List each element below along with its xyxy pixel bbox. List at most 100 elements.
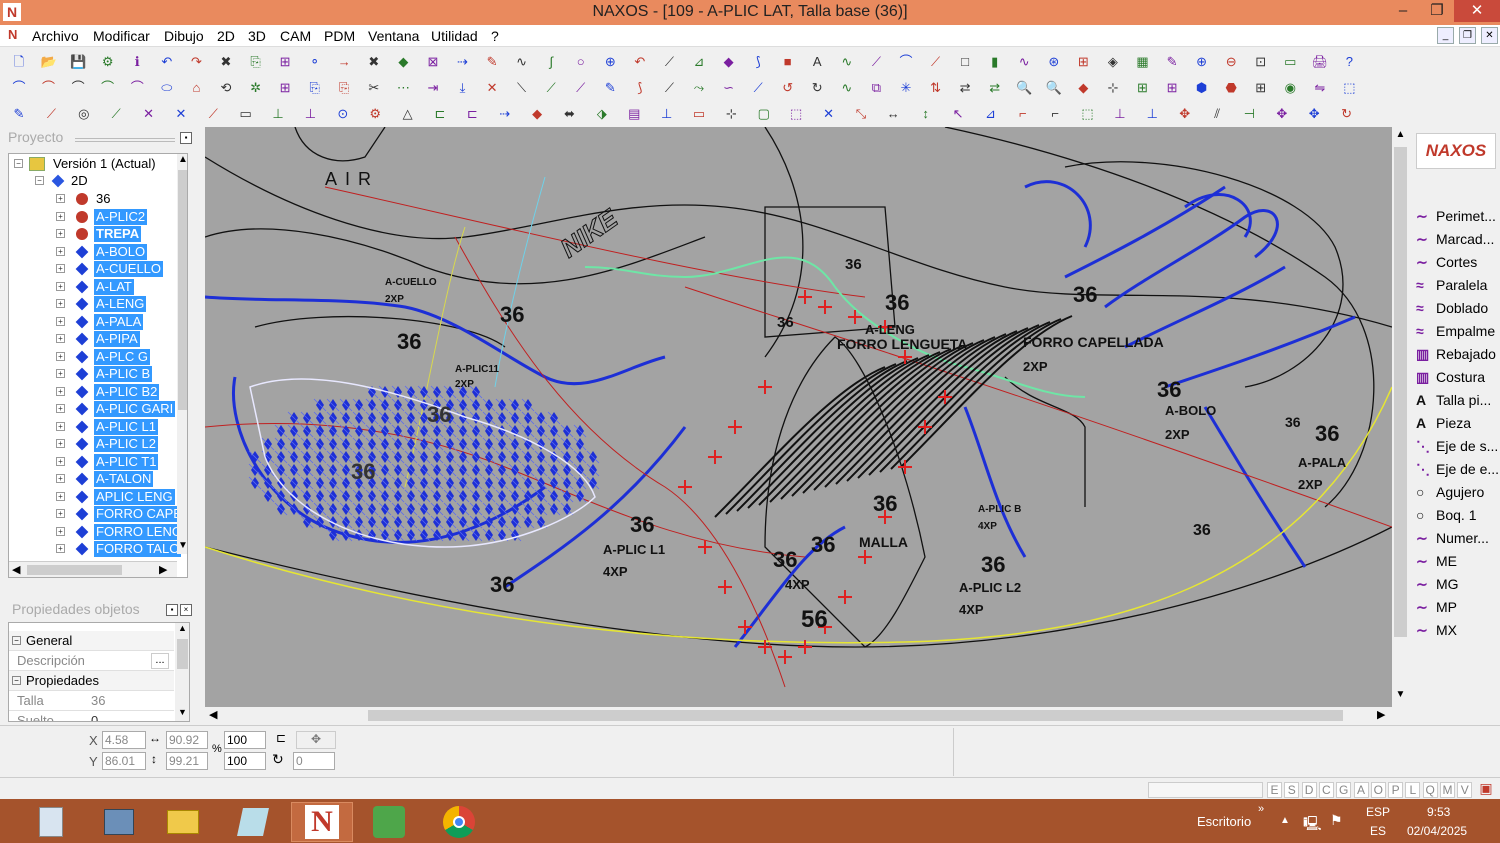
toolbar-tool-icon[interactable]: ✲ xyxy=(247,78,265,96)
tree-layer-item[interactable]: + A-CUELLO xyxy=(9,261,187,278)
toolbar-tool-icon[interactable]: ⊠ xyxy=(424,52,442,70)
toolbar-tool-icon[interactable]: ↻ xyxy=(1338,104,1356,122)
toolbar-tool-icon[interactable]: ✥ xyxy=(1176,104,1194,122)
scroll-down-icon[interactable]: ▼ xyxy=(1392,689,1409,700)
expand-icon[interactable]: + xyxy=(56,369,65,378)
toolbar-tool-icon[interactable]: ⬣ xyxy=(1222,78,1240,96)
drawing-canvas[interactable]: AIR NIKE A-CUELLO 2XP 36 36 A-PLIC11 2XP… xyxy=(205,127,1392,707)
height-field[interactable]: 99.21 xyxy=(166,752,208,770)
tool-12[interactable]: ○ Agujero xyxy=(1416,484,1500,506)
menu-ventana[interactable]: Ventana xyxy=(368,28,419,44)
expand-icon[interactable]: + xyxy=(56,211,65,221)
menu-pdm[interactable]: PDM xyxy=(324,28,355,44)
menu-3d[interactable]: 3D xyxy=(248,28,266,44)
panel-grip[interactable] xyxy=(75,138,175,142)
toolbar-tool-icon[interactable]: ⟋ xyxy=(927,52,945,70)
toolbar-tool-icon[interactable]: ⟆ xyxy=(749,52,767,70)
status-indicator[interactable]: L xyxy=(1405,782,1421,798)
toolbar-tool-icon[interactable]: ✕ xyxy=(140,104,158,122)
toolbar-tool-icon[interactable]: ↷ xyxy=(187,52,205,70)
toolbar-tool-icon[interactable]: ⊞ xyxy=(1133,78,1151,96)
tree-horizontal-scrollbar[interactable]: ◀ ▶ xyxy=(9,561,177,577)
tree-layer-item[interactable]: + A-PLIC B xyxy=(9,366,187,383)
toolbar-tool-icon[interactable]: ⚬ xyxy=(306,52,324,70)
taskbar-calculator[interactable] xyxy=(20,802,82,842)
expand-icon[interactable]: + xyxy=(56,281,65,291)
tool-3[interactable]: ≈ Paralela xyxy=(1416,277,1500,299)
rotate-icon[interactable]: ↻ xyxy=(272,751,284,768)
toolbar-tool-icon[interactable]: ⟋ xyxy=(749,78,767,96)
toolbar-tool-icon[interactable]: ⬢ xyxy=(1193,78,1211,96)
toolbar-tool-icon[interactable]: ▮ xyxy=(986,52,1004,70)
toolbar-tool-icon[interactable]: ⟋ xyxy=(107,104,125,122)
toolbar-tool-icon[interactable]: ✕ xyxy=(483,78,501,96)
toolbar-tool-icon[interactable]: ↖ xyxy=(949,104,967,122)
expand-icon[interactable]: + xyxy=(56,404,65,413)
tool-5[interactable]: ≈ Empalme xyxy=(1416,323,1500,345)
toolbar-tool-icon[interactable]: ⟋ xyxy=(542,78,560,96)
mdi-minimize-button[interactable]: _ xyxy=(1437,27,1454,44)
taskbar-naxos[interactable]: N xyxy=(291,802,353,842)
expand-icon[interactable]: + xyxy=(56,316,65,326)
clock-date[interactable]: 02/04/2025 xyxy=(1407,824,1467,838)
tree-layer-item[interactable]: + A-PLIC GARI xyxy=(9,401,187,418)
toolbar-tool-icon[interactable]: ⬚ xyxy=(1340,78,1358,96)
toolbar-tool-icon[interactable]: ⇅ xyxy=(927,78,945,96)
move-icon[interactable]: ✥ xyxy=(296,731,336,749)
toolbar-tool-icon[interactable]: ⊖ xyxy=(1222,52,1240,70)
minimize-button[interactable]: – xyxy=(1386,0,1420,22)
scale-y-field[interactable]: 100 xyxy=(224,752,266,770)
menu-modificar[interactable]: Modificar xyxy=(93,28,150,44)
toolbar-tool-icon[interactable]: ✕ xyxy=(820,104,838,122)
toolbar-tool-icon[interactable]: ⚙ xyxy=(366,104,384,122)
section-propiedades[interactable]: − Propiedades xyxy=(9,671,174,691)
tool-1[interactable]: ∼ Marcad... xyxy=(1416,231,1500,253)
toolbar-tool-icon[interactable]: ⊞ xyxy=(1252,78,1270,96)
toolbar-tool-icon[interactable]: ⊣ xyxy=(1240,104,1258,122)
toolbar-tool-icon[interactable]: ↔ xyxy=(884,104,902,122)
toolbar-tool-icon[interactable]: ⌒ xyxy=(128,78,146,96)
status-indicator[interactable]: O xyxy=(1370,782,1386,798)
expand-icon[interactable]: + xyxy=(56,264,65,273)
menu-2d[interactable]: 2D xyxy=(217,28,235,44)
expand-icon[interactable]: + xyxy=(56,194,65,203)
status-indicator[interactable]: Q xyxy=(1422,782,1438,798)
scroll-left-icon[interactable]: ◀ xyxy=(12,563,20,576)
toolbar-tool-icon[interactable]: ⬚ xyxy=(787,104,805,122)
expand-icon[interactable]: + xyxy=(56,456,65,466)
tree-layer-item[interactable]: + A-PLIC B2 xyxy=(9,383,187,401)
toolbar-tool-icon[interactable]: ◈ xyxy=(1104,52,1122,70)
status-indicator[interactable]: D xyxy=(1301,782,1317,798)
status-indicator[interactable]: E xyxy=(1267,782,1282,798)
canvas-vscroll-thumb[interactable] xyxy=(1394,147,1407,637)
toolbar-tool-icon[interactable]: ⊞ xyxy=(1163,78,1181,96)
toolbar-tool-icon[interactable]: ⌒ xyxy=(99,78,117,96)
tool-13[interactable]: ○ Boq. 1 xyxy=(1416,507,1500,529)
status-indicator[interactable]: C xyxy=(1318,782,1334,798)
toolbar-tool-icon[interactable]: ◉ xyxy=(1281,78,1299,96)
expand-icon[interactable]: + xyxy=(56,334,65,343)
scroll-down-icon[interactable]: ▼ xyxy=(175,707,189,717)
status-indicator[interactable]: V xyxy=(1457,782,1473,798)
tree-layer-item[interactable]: + A-LAT xyxy=(9,278,187,296)
expand-icon[interactable]: + xyxy=(56,439,65,448)
scroll-up-icon[interactable]: ▲ xyxy=(175,623,189,633)
toolbar-tool-icon[interactable]: ⟋ xyxy=(42,104,60,122)
tool-15[interactable]: ∼ ME xyxy=(1416,553,1500,575)
x-coordinate-field[interactable]: 4.58 xyxy=(102,731,146,749)
toolbar-tool-icon[interactable]: ⇄ xyxy=(986,78,1004,96)
toolbar-tool-icon[interactable]: ◆ xyxy=(720,52,738,70)
width-field[interactable]: 90.92 xyxy=(166,731,208,749)
taskbar-chrome[interactable] xyxy=(428,802,490,842)
toolbar-tool-icon[interactable]: ↶ xyxy=(631,52,649,70)
tool-18[interactable]: ∼ MX xyxy=(1416,622,1500,644)
menu-dibujo[interactable]: Dibujo xyxy=(164,28,204,44)
toolbar-tool-icon[interactable]: ▤ xyxy=(625,104,643,122)
tree-layer-item[interactable]: + FORRO TALO xyxy=(9,541,187,558)
toolbar-tool-icon[interactable]: ✳ xyxy=(897,78,915,96)
toolbar-tool-icon[interactable]: ⟋ xyxy=(660,52,678,70)
toolbar-tool-icon[interactable]: ✂ xyxy=(365,78,383,96)
desktop-toolbar-label[interactable]: Escritorio xyxy=(1197,814,1251,829)
toolbar-tool-icon[interactable]: ⊙ xyxy=(334,104,352,122)
expand-icon[interactable]: + xyxy=(56,421,65,431)
